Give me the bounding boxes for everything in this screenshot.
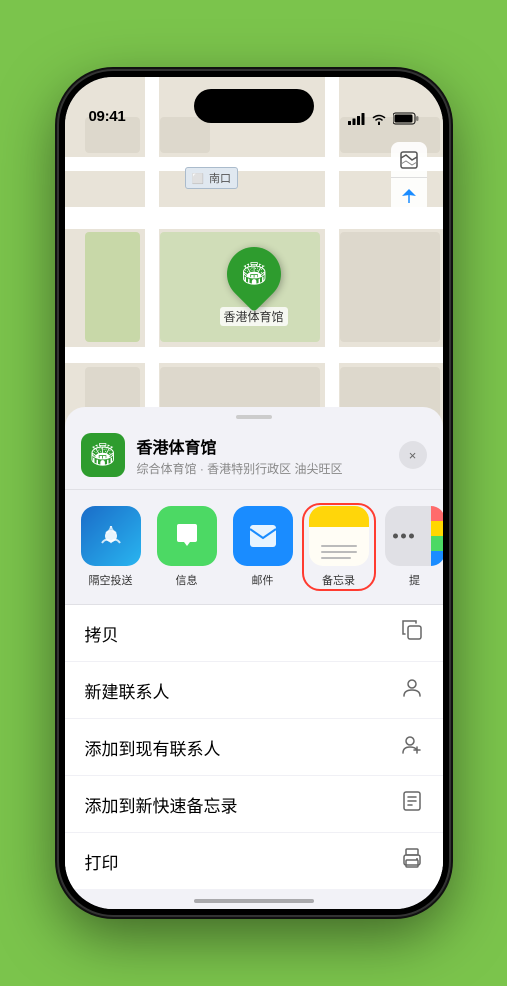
- message-icon: [172, 521, 202, 551]
- add-contact-icon: [401, 733, 423, 761]
- airdrop-label: 隔空投送: [89, 572, 133, 588]
- more-label: 提: [409, 572, 420, 588]
- notes-lines: [321, 545, 357, 560]
- map-type-button[interactable]: [391, 142, 427, 178]
- stadium-marker[interactable]: 🏟 香港体育馆: [219, 247, 287, 326]
- map-type-icon: [399, 150, 419, 170]
- mail-icon: [248, 523, 278, 549]
- stadium-icon: 🏟: [240, 261, 268, 287]
- location-arrow-icon: [400, 187, 418, 205]
- location-venue-icon: 🏟: [81, 433, 125, 477]
- location-header: 🏟 香港体育馆 综合体育馆 · 香港特别行政区 油尖旺区 ×: [65, 419, 443, 490]
- message-label: 信息: [176, 572, 198, 588]
- dynamic-island: [194, 89, 314, 123]
- share-airdrop[interactable]: 隔空投送: [77, 506, 145, 588]
- close-button[interactable]: ×: [399, 441, 427, 469]
- menu-item-add-contact[interactable]: 添加到现有联系人: [65, 719, 443, 776]
- new-contact-label: 新建联系人: [85, 678, 401, 703]
- map-label-icon: ⬜: [192, 174, 204, 185]
- location-name: 香港体育馆: [137, 434, 387, 458]
- more-dots: [393, 534, 414, 539]
- map-south-entrance-label: ⬜ 南口: [185, 167, 239, 189]
- quick-note-label: 添加到新快速备忘录: [85, 792, 401, 817]
- notes-label: 备忘录: [322, 572, 355, 588]
- print-icon: [401, 847, 423, 875]
- location-button[interactable]: [391, 178, 427, 214]
- signal-icon: [348, 113, 365, 125]
- location-info: 香港体育馆 综合体育馆 · 香港特别行政区 油尖旺区: [137, 434, 387, 477]
- quick-note-icon: [401, 790, 423, 818]
- share-message[interactable]: 信息: [153, 506, 221, 588]
- print-label: 打印: [85, 849, 401, 874]
- share-mail[interactable]: 邮件: [229, 506, 297, 588]
- phone-frame: 09:41: [59, 71, 449, 915]
- copy-icon: [401, 619, 423, 647]
- menu-section: 拷贝 新建联系人: [65, 605, 443, 889]
- airdrop-icon-btn: [81, 506, 141, 566]
- new-contact-icon: [401, 676, 423, 704]
- mail-label: 邮件: [252, 572, 274, 588]
- more-icon-btn: [385, 506, 443, 566]
- menu-item-copy[interactable]: 拷贝: [65, 605, 443, 662]
- copy-label: 拷贝: [85, 621, 401, 646]
- message-icon-btn: [157, 506, 217, 566]
- battery-icon: [393, 112, 419, 125]
- menu-item-quick-note[interactable]: 添加到新快速备忘录: [65, 776, 443, 833]
- more-color-bars: [431, 506, 443, 566]
- phone-screen: 09:41: [65, 77, 443, 909]
- app-icons-row: 隔空投送 信息: [65, 490, 443, 605]
- home-indicator: [194, 899, 314, 903]
- airdrop-icon: [96, 521, 126, 551]
- menu-item-new-contact[interactable]: 新建联系人: [65, 662, 443, 719]
- add-contact-label: 添加到现有联系人: [85, 735, 401, 760]
- status-icons: [348, 112, 419, 125]
- wifi-icon: [371, 113, 387, 125]
- location-subtitle: 综合体育馆 · 香港特别行政区 油尖旺区: [137, 460, 387, 477]
- menu-item-print[interactable]: 打印: [65, 833, 443, 889]
- share-more[interactable]: 提: [381, 506, 443, 588]
- map-controls: [391, 142, 427, 214]
- share-notes[interactable]: 备忘录: [305, 506, 373, 588]
- notes-icon-btn: [309, 506, 369, 566]
- mail-icon-btn: [233, 506, 293, 566]
- share-sheet: 🏟 香港体育馆 综合体育馆 · 香港特别行政区 油尖旺区 ×: [65, 407, 443, 909]
- status-time: 09:41: [89, 108, 126, 125]
- marker-pin: 🏟: [215, 236, 291, 312]
